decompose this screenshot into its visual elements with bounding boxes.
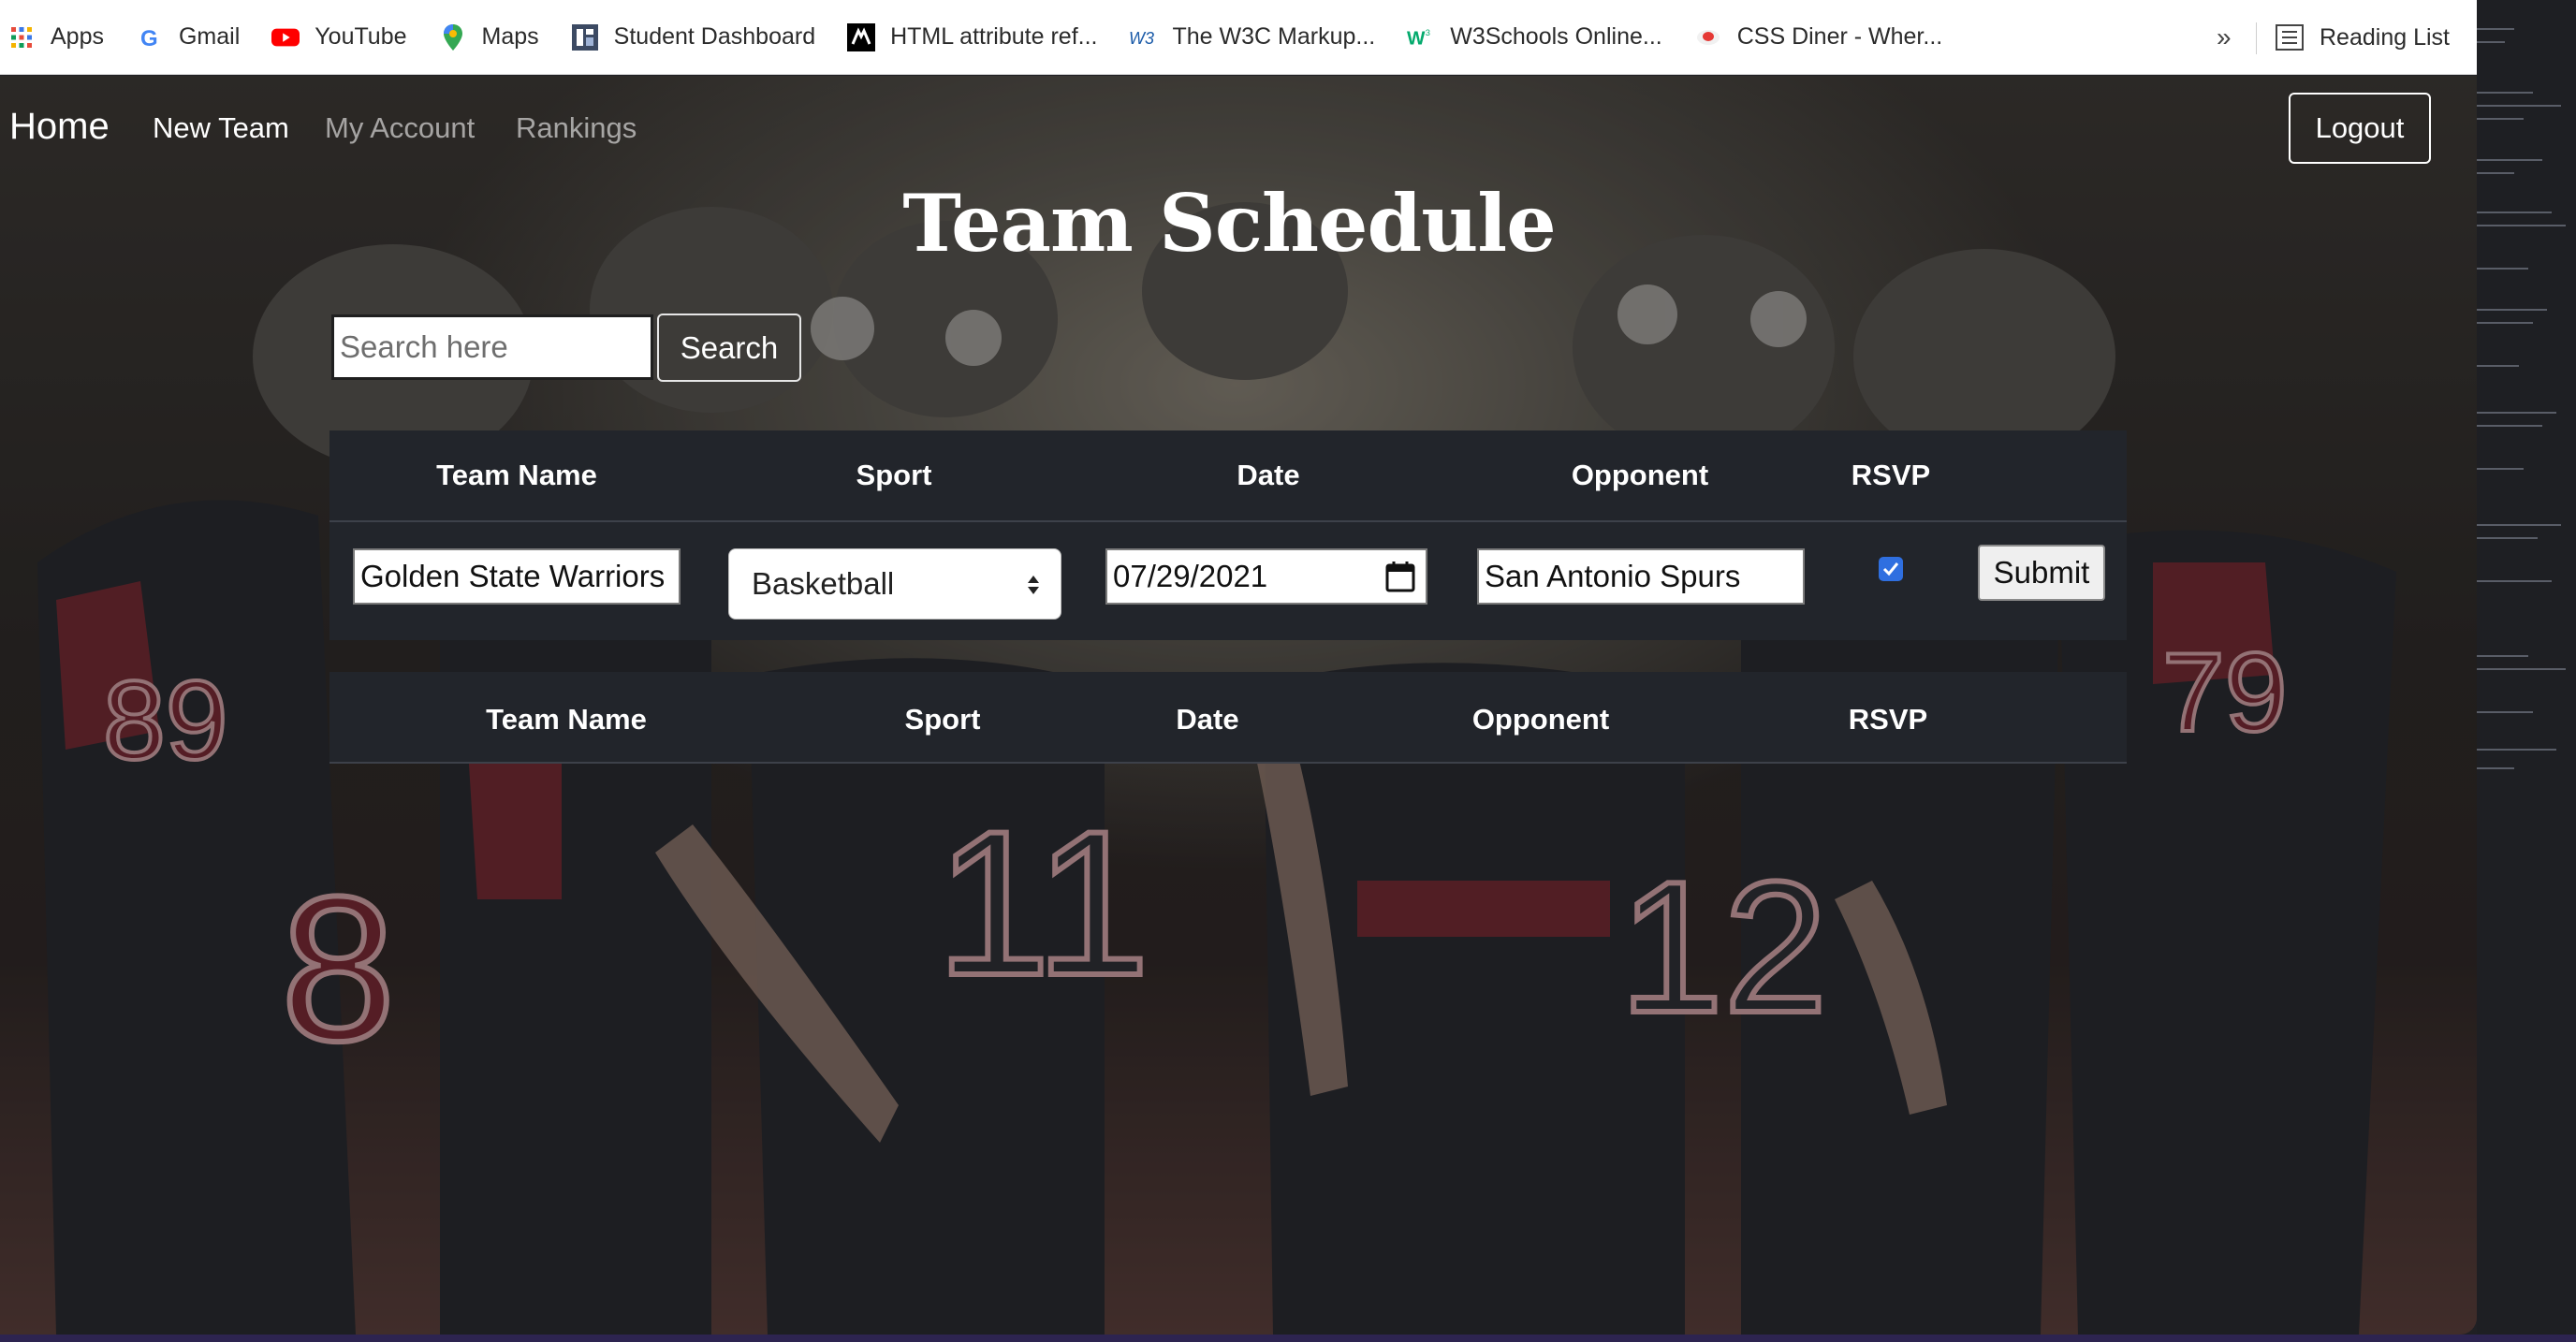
bookmark-label: CSS Diner - Wher... — [1736, 23, 1943, 50]
nav-home-link[interactable]: Home — [9, 106, 110, 148]
bookmark-student-dashboard[interactable]: Student Dashboard — [571, 0, 815, 75]
code-line — [2477, 225, 2566, 226]
code-line — [2477, 268, 2528, 270]
dashboard-icon — [571, 23, 599, 51]
nav-my-account-link[interactable]: My Account — [325, 111, 475, 145]
column-header-opponent: Opponent — [1471, 703, 1610, 736]
code-line — [2477, 425, 2542, 427]
team-name-field[interactable]: Golden State Warriors — [353, 548, 681, 605]
sport-select[interactable]: Basketball — [728, 548, 1061, 620]
bookmark-gmail[interactable]: G Gmail — [136, 0, 240, 75]
column-header-team-name: Team Name — [486, 703, 647, 736]
bookmarks-bar: Apps G Gmail YouTube Maps Student Dashbo… — [0, 0, 2477, 75]
code-line — [2477, 28, 2514, 30]
page-title: Team Schedule — [902, 177, 1556, 270]
youtube-icon — [271, 23, 300, 51]
bookmark-w3c-markup[interactable]: W3 The W3C Markup... — [1129, 0, 1375, 75]
logout-button[interactable]: Logout — [2289, 93, 2431, 164]
bookmark-label: HTML attribute ref... — [890, 23, 1098, 50]
rsvp-checkbox[interactable] — [1879, 557, 1903, 581]
code-line — [2477, 412, 2556, 414]
code-line — [2477, 365, 2519, 367]
google-icon: G — [136, 23, 164, 51]
column-header-opponent: Opponent — [1571, 459, 1709, 491]
bookmark-apps[interactable]: Apps — [7, 0, 104, 75]
css-diner-icon — [1694, 23, 1722, 51]
code-line — [2477, 524, 2561, 526]
search-input[interactable] — [331, 314, 653, 380]
column-header-sport: Sport — [904, 703, 981, 736]
svg-text:W3: W3 — [1129, 29, 1154, 48]
date-field-value: 07/29/2021 — [1113, 559, 1268, 593]
column-header-date: Date — [1237, 459, 1300, 491]
code-line — [2477, 105, 2561, 107]
maps-pin-icon — [439, 23, 467, 51]
bookmarks-overflow-chevron-icon[interactable]: » — [2217, 0, 2232, 75]
date-field[interactable]: 07/29/2021 — [1105, 548, 1427, 605]
column-header-sport: Sport — [856, 459, 932, 491]
apps-grid-icon — [7, 23, 36, 51]
nav-new-team-link[interactable]: New Team — [153, 111, 289, 145]
column-header-team-name: Team Name — [436, 459, 597, 491]
code-line — [2477, 172, 2514, 174]
bookmarks-divider — [2256, 22, 2257, 54]
bookmark-css-diner[interactable]: CSS Diner - Wher... — [1694, 0, 1943, 75]
bookmark-label: W3Schools Online... — [1450, 23, 1662, 50]
code-line — [2477, 92, 2533, 94]
w3c-icon: W3 — [1129, 23, 1157, 51]
code-line — [2477, 309, 2547, 311]
bookmark-label: Student Dashboard — [613, 23, 816, 50]
code-line — [2477, 118, 2524, 120]
code-line — [2477, 668, 2566, 670]
bookmark-label: The W3C Markup... — [1172, 23, 1376, 50]
column-header-rsvp: RSVP — [1848, 703, 1928, 736]
svg-text:3: 3 — [1426, 28, 1430, 37]
code-line — [2477, 322, 2533, 324]
submit-button[interactable]: Submit — [1978, 545, 2105, 601]
header-divider — [329, 520, 2127, 522]
page-viewport: 89 79 11 12 8 Home New Team My Account R… — [0, 76, 2477, 1335]
calendar-icon[interactable] — [1384, 560, 1416, 593]
code-line — [2477, 212, 2552, 213]
column-header-date: Date — [1176, 703, 1239, 736]
header-divider — [329, 762, 2127, 764]
reading-list-icon — [2275, 22, 2305, 52]
svg-text:G: G — [140, 26, 158, 50]
code-line — [2477, 711, 2533, 713]
w3schools-icon: W3 — [1407, 23, 1435, 51]
column-header-rsvp: RSVP — [1851, 459, 1931, 491]
code-line — [2477, 580, 2552, 582]
bookmark-label: Gmail — [178, 23, 241, 50]
top-nav: Home New Team My Account Rankings Logout — [0, 76, 2477, 186]
bookmark-maps[interactable]: Maps — [439, 0, 539, 75]
bookmark-html-attribute-ref[interactable]: HTML attribute ref... — [847, 0, 1097, 75]
svg-text:W: W — [1407, 27, 1426, 49]
reading-list-button[interactable]: Reading List — [2275, 0, 2450, 75]
bookmark-w3schools[interactable]: W3 W3Schools Online... — [1407, 0, 1662, 75]
code-editor-panel — [2477, 0, 2576, 1342]
nav-rankings-link[interactable]: Rankings — [516, 111, 637, 145]
code-line — [2477, 655, 2528, 657]
new-game-form-table: Team Name Sport Date Opponent RSVP Golde… — [329, 430, 2127, 640]
opponent-field[interactable]: San Antonio Spurs — [1477, 548, 1805, 605]
bookmark-label: Apps — [51, 23, 104, 50]
mdn-icon — [847, 22, 876, 51]
reading-list-label: Reading List — [2320, 23, 2450, 51]
checkmark-icon — [1882, 562, 1899, 576]
code-line — [2477, 767, 2514, 769]
code-line — [2477, 749, 2556, 751]
select-arrows-icon — [1028, 576, 1039, 594]
code-line — [2477, 537, 2538, 539]
bookmark-label: YouTube — [315, 23, 407, 50]
code-line — [2477, 159, 2542, 161]
bottom-taskbar-strip — [0, 1335, 2576, 1342]
search-button[interactable]: Search — [657, 314, 801, 382]
schedule-table: Team Name Sport Date Opponent RSVP — [329, 672, 2127, 764]
code-line — [2477, 41, 2505, 43]
bookmark-label: Maps — [481, 23, 539, 50]
code-line — [2477, 468, 2524, 470]
bookmark-youtube[interactable]: YouTube — [271, 0, 407, 75]
sport-select-value: Basketball — [752, 566, 895, 601]
